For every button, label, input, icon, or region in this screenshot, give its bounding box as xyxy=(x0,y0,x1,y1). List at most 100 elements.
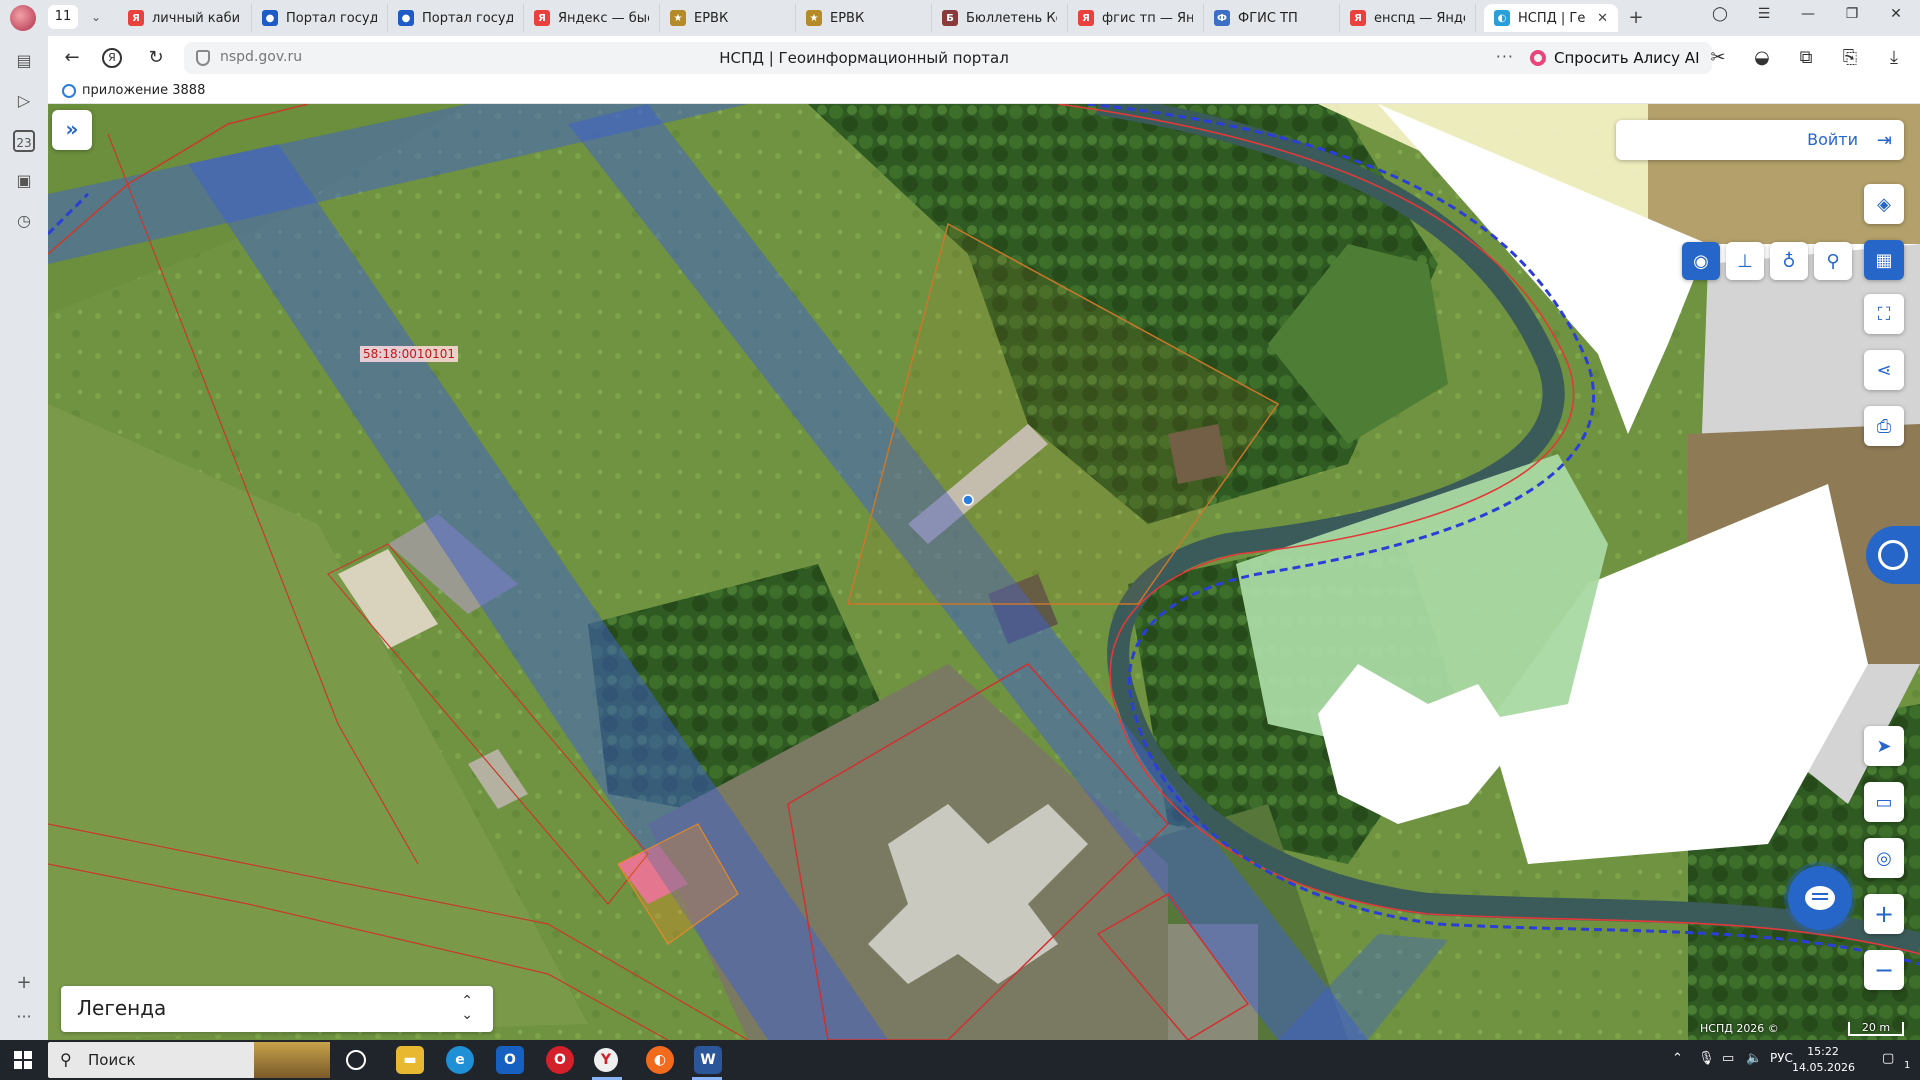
notification-count: 1 xyxy=(1904,1060,1911,1071)
chat-button[interactable] xyxy=(1788,866,1852,930)
yandex-browser-icon[interactable]: Y xyxy=(594,1048,618,1072)
microphone-icon[interactable]: 🎙 xyxy=(1698,1051,1715,1066)
firefox-icon[interactable]: ◐ xyxy=(646,1046,674,1074)
browser-window: 11 ⌄ Я личный кабинет ● Портал государст… xyxy=(0,0,1920,1080)
tab-10[interactable]: Я енспд — Яндекс xyxy=(1340,4,1476,32)
tray-chevron-icon[interactable]: ⌃ xyxy=(1672,1051,1683,1066)
expand-panel-button[interactable]: » xyxy=(52,110,92,150)
notifications-icon[interactable]: ▢ xyxy=(1882,1051,1894,1066)
legend-panel[interactable]: Легенда ⌃ ⌄ xyxy=(61,986,493,1032)
taskbar-search[interactable]: ⚲ Поиск xyxy=(48,1042,330,1078)
map-view[interactable]: » 58:18:0010101 Войти ⇥ ◈ ◉ ⊥ ♁ ⚲ ▦ ⛶ ⋖ … xyxy=(48,104,1920,1040)
download-icon[interactable]: ⤓ xyxy=(1882,46,1906,70)
navigate-icon[interactable]: ➤ xyxy=(1864,726,1904,766)
collections-icon[interactable]: ▤ xyxy=(13,50,35,72)
clock-date: 14.05.2026 xyxy=(1792,1061,1855,1074)
word-icon[interactable]: W xyxy=(694,1046,722,1074)
tab-1[interactable]: Я личный кабинет xyxy=(118,4,252,32)
menu-icon[interactable]: ☰ xyxy=(1752,6,1776,22)
play-icon[interactable]: ▷ xyxy=(13,90,35,112)
task-view-icon[interactable] xyxy=(346,1050,366,1070)
bulletin-icon: Б xyxy=(942,10,958,26)
share-icon[interactable]: ⋖ xyxy=(1864,350,1904,390)
tab-7[interactable]: Б Бюллетень Конкурсов xyxy=(932,4,1068,32)
extension-icon[interactable]: ✂ xyxy=(1706,46,1730,70)
measure-radius-button[interactable]: ⚲ xyxy=(1814,242,1852,280)
legend-label: Легенда xyxy=(77,996,167,1020)
shield-extension-icon[interactable]: ◒ xyxy=(1750,46,1774,70)
cadastral-quarter-label: 58:18:0010101 xyxy=(360,346,459,362)
add-icon[interactable]: + xyxy=(13,972,35,994)
language-indicator[interactable]: РУС xyxy=(1770,1051,1793,1065)
ruler-icon[interactable]: ▦ xyxy=(1864,240,1904,280)
chevron-updown-icon: ⌃ ⌄ xyxy=(461,993,473,1023)
alice-icon xyxy=(1530,50,1546,66)
measure-distance-button[interactable]: ⊥ xyxy=(1726,242,1764,280)
yandex-icon: Я xyxy=(1078,10,1094,26)
edge-icon[interactable]: e xyxy=(446,1046,474,1074)
file-explorer-icon[interactable]: ▬ xyxy=(396,1046,424,1074)
windows-start-icon[interactable] xyxy=(14,1051,32,1069)
fgis-icon: Ф xyxy=(1214,10,1230,26)
bookmarks-bar: приложение 3888 xyxy=(48,80,1920,104)
reload-icon[interactable]: ↻ xyxy=(144,46,168,70)
search-placeholder: Поиск xyxy=(88,1051,136,1069)
locate-icon[interactable]: ◎ xyxy=(1864,838,1904,878)
tab-3[interactable]: ● Портал государственных услуг xyxy=(388,4,524,32)
ask-alice-button[interactable]: Спросить Алису AI xyxy=(1520,42,1712,74)
tab-6[interactable]: ★ ЕРВК xyxy=(796,4,932,32)
minimap-icon[interactable]: ▭ xyxy=(1864,782,1904,822)
yandex-icon: Я xyxy=(128,10,144,26)
emblem-icon: ★ xyxy=(670,10,686,26)
map-scale-bar: 20 m xyxy=(1848,1022,1904,1036)
close-window-icon[interactable]: ✕ xyxy=(1884,6,1908,22)
yandex-home-icon[interactable]: Я xyxy=(102,48,122,68)
chevron-down-icon[interactable]: ⌄ xyxy=(86,7,106,27)
alice-label: Спросить Алису AI xyxy=(1554,49,1700,67)
bookmarks-panel-icon[interactable]: ⎘ xyxy=(1838,46,1862,70)
print-icon[interactable]: ⎙ xyxy=(1864,406,1904,446)
search-icon: ⚲ xyxy=(60,1050,72,1069)
measure-area-button[interactable]: ♁ xyxy=(1770,242,1808,280)
system-clock[interactable]: 15:22 14.05.2026 xyxy=(1792,1044,1855,1076)
clock-time: 15:22 xyxy=(1807,1045,1839,1058)
tab-count-button[interactable]: 11 xyxy=(48,5,78,29)
tab-9[interactable]: Ф ФГИС ТП xyxy=(1204,4,1340,32)
select-point-button[interactable]: ◉ xyxy=(1682,242,1720,280)
nspd-icon: ◐ xyxy=(1494,10,1510,26)
satellite-map[interactable] xyxy=(48,104,1920,1040)
tab-active-nspd[interactable]: ◐ НСПД | Геоинформационный портал ✕ xyxy=(1484,4,1618,32)
puzzle-icon[interactable]: ⧉ xyxy=(1794,46,1818,70)
tab-4[interactable]: Я Яндекс — быстрый поиск xyxy=(524,4,660,32)
outlook-icon[interactable]: O xyxy=(496,1046,524,1074)
minimize-icon[interactable]: — xyxy=(1796,6,1820,22)
more-icon[interactable]: ··· xyxy=(13,1006,35,1028)
close-icon[interactable]: ✕ xyxy=(1597,11,1608,26)
back-icon[interactable]: ← xyxy=(60,46,84,70)
profile-avatar[interactable] xyxy=(10,5,36,31)
layers-icon[interactable]: ◈ xyxy=(1864,184,1904,224)
tab-8[interactable]: Я фгис тп — Яндекс xyxy=(1068,4,1204,32)
more-icon[interactable]: ··· xyxy=(1496,47,1514,66)
tab-2[interactable]: ● Портал государственных услуг xyxy=(252,4,388,32)
history-icon[interactable]: ◷ xyxy=(13,210,35,232)
zoom-in-button[interactable]: + xyxy=(1864,894,1904,934)
account-icon[interactable]: ◯ xyxy=(1708,6,1732,22)
tab-5[interactable]: ★ ЕРВК xyxy=(660,4,796,32)
url-domain: nspd.gov.ru xyxy=(220,49,303,65)
tab-strip: 11 ⌄ Я личный кабинет ● Портал государст… xyxy=(0,0,1920,36)
area-search-icon[interactable]: ⛶ xyxy=(1864,294,1904,334)
opera-icon[interactable]: O xyxy=(546,1046,574,1074)
restore-icon[interactable]: ❐ xyxy=(1840,6,1864,22)
new-tab-button[interactable]: + xyxy=(1624,7,1648,29)
zoom-out-button[interactable]: − xyxy=(1864,950,1904,990)
volume-icon[interactable]: 🔈 xyxy=(1746,1051,1762,1066)
calendar-icon[interactable]: 23 xyxy=(13,130,35,152)
address-bar[interactable]: nspd.gov.ru НСПД | Геоинформационный пор… xyxy=(184,42,1558,74)
navigation-bar: ← Я ↻ nspd.gov.ru НСПД | Геоинформационн… xyxy=(48,36,1920,80)
login-button[interactable]: Войти ⇥ xyxy=(1616,120,1904,160)
network-icon[interactable]: ▭ xyxy=(1722,1051,1734,1066)
help-panel-tab[interactable] xyxy=(1866,526,1920,584)
screenshot-icon[interactable]: ▣ xyxy=(13,170,35,192)
bookmark-item[interactable]: приложение 3888 xyxy=(62,83,205,98)
